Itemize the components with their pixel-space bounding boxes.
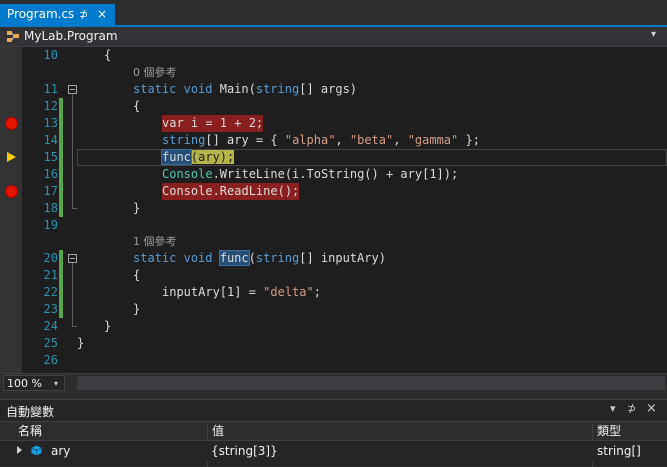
outline-guide-end — [72, 326, 77, 327]
panel-splitter[interactable] — [0, 392, 667, 399]
horizontal-scrollbar[interactable] — [77, 376, 665, 390]
editor-status-strip: 100 % ▾ — [0, 373, 667, 392]
collapse-main-icon[interactable] — [68, 85, 77, 94]
pin-window-icon[interactable]: ⊅ — [627, 402, 636, 415]
change-tracking-bar — [59, 98, 63, 217]
tab-program-cs[interactable]: Program.cs ⊅ × — [0, 4, 115, 25]
code-line-17-breakpoint: Console.ReadLine(); — [162, 183, 300, 200]
code-line-15-current-statement: func(ary); — [161, 149, 235, 165]
current-statement-arrow-icon — [7, 152, 16, 162]
line-number: 23 — [43, 302, 58, 316]
tab-title: Program.cs — [7, 7, 75, 21]
line-number: 24 — [43, 319, 58, 333]
codelens-references-main[interactable]: 0 個參考 — [133, 64, 177, 81]
code-line-12: { — [133, 99, 141, 113]
expand-arrow-icon[interactable] — [17, 446, 22, 454]
autos-window-title: 自動變數 — [6, 405, 55, 419]
code-line-16: Console.WriteLine(i.ToString() + ary[1])… — [162, 167, 459, 181]
code-line-25: } — [77, 336, 85, 350]
code-line-13-breakpoint: var i = 1 + 2; — [162, 115, 264, 132]
autos-window: 自動變數 ▾ ⊅ × 名稱 值 類型 ary {string[3]} strin… — [0, 399, 667, 467]
breakpoint-icon[interactable] — [5, 117, 18, 130]
code-line-11: static void Main(string[] args) — [133, 82, 358, 96]
line-number: 18 — [43, 201, 58, 215]
line-number: 12 — [43, 99, 58, 113]
code-line-20: static void func(string[] inputAry) — [133, 250, 386, 266]
variable-name: ary — [51, 444, 71, 458]
variable-icon — [31, 445, 42, 456]
code-line-21: { — [133, 268, 141, 282]
code-line-22: inputAry[1] = "delta"; — [162, 285, 321, 299]
zoom-value: 100 % — [7, 377, 42, 390]
line-number: 11 — [43, 82, 58, 96]
line-number: 19 — [43, 218, 58, 232]
chevron-down-icon[interactable]: ▾ — [54, 376, 58, 391]
code-line-10: { — [104, 48, 112, 62]
outline-guide-end — [72, 208, 77, 209]
line-number: 26 — [43, 353, 58, 367]
close-window-icon[interactable]: × — [646, 401, 657, 416]
navigation-bar[interactable]: MyLab.Program ▾ — [0, 27, 667, 47]
line-number: 22 — [43, 285, 58, 299]
class-icon — [7, 31, 19, 42]
line-number: 17 — [43, 184, 58, 198]
code-line-14: string[] ary = { "alpha", "beta", "gamma… — [162, 133, 480, 147]
line-number: 13 — [43, 116, 58, 130]
outline-guide — [72, 94, 73, 208]
line-number: 10 — [43, 48, 58, 62]
chevron-down-icon[interactable]: ▾ — [651, 29, 656, 40]
collapse-func-icon[interactable] — [68, 254, 77, 263]
breakpoint-icon[interactable] — [5, 185, 18, 198]
line-number: 25 — [43, 336, 58, 350]
line-number: 21 — [43, 268, 58, 282]
change-tracking-bar — [59, 250, 63, 318]
line-number: 16 — [43, 167, 58, 181]
autos-grid-header: 名稱 值 類型 — [0, 421, 667, 441]
column-header-name[interactable]: 名稱 — [18, 422, 42, 440]
codelens-references-func[interactable]: 1 個參考 — [133, 233, 177, 250]
pin-tab-icon[interactable]: ⊅ — [79, 4, 88, 25]
class-selector-label[interactable]: MyLab.Program — [24, 29, 118, 43]
table-row[interactable]: ary {string[3]} string[] — [0, 441, 667, 461]
variable-value[interactable]: {string[3]} — [211, 441, 278, 461]
zoom-select[interactable]: 100 % ▾ — [3, 375, 65, 391]
indicator-margin[interactable] — [0, 47, 22, 373]
code-editor[interactable]: 10 11 12 13 14 15 16 17 18 19 20 21 22 2… — [0, 47, 667, 373]
code-line-24: } — [104, 319, 112, 333]
close-tab-icon[interactable]: × — [97, 4, 107, 25]
document-tab-bar: Program.cs ⊅ × — [0, 0, 667, 25]
variable-type: string[] — [597, 444, 641, 458]
column-header-type[interactable]: 類型 — [597, 422, 621, 440]
outline-guide — [72, 263, 73, 326]
code-line-18: } — [133, 201, 141, 215]
line-number: 15 — [43, 150, 58, 164]
column-header-value[interactable]: 值 — [212, 422, 224, 440]
line-number: 14 — [43, 133, 58, 147]
line-number: 20 — [43, 251, 58, 265]
code-line-23: } — [133, 302, 141, 316]
window-menu-dropdown-icon[interactable]: ▾ — [610, 402, 616, 415]
